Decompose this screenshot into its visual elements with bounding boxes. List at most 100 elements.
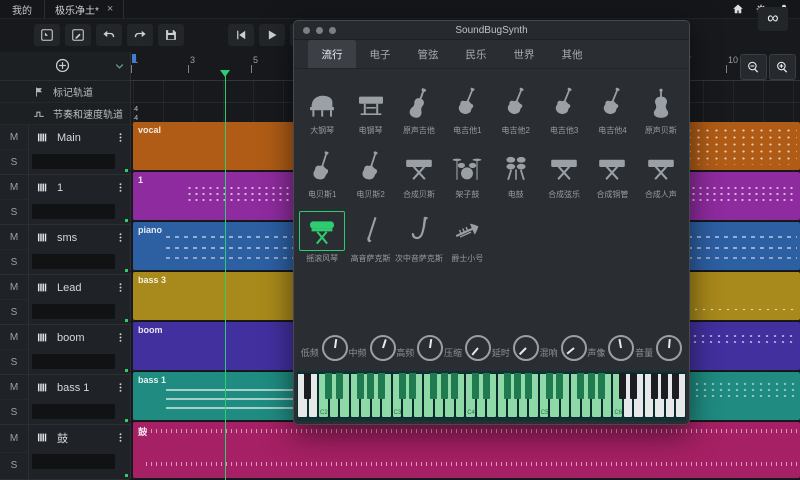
track-menu-icon[interactable]: [115, 231, 126, 244]
import-button[interactable]: [34, 24, 60, 46]
track-fader[interactable]: [32, 354, 115, 369]
track-fader[interactable]: [32, 154, 115, 169]
track-menu-icon[interactable]: [115, 381, 126, 394]
playhead[interactable]: [225, 70, 226, 480]
knob-control[interactable]: 压缩: [444, 335, 491, 361]
solo-button[interactable]: S: [0, 250, 28, 274]
solo-button[interactable]: S: [0, 400, 28, 424]
piano-key-black[interactable]: [630, 373, 637, 399]
piano-key-black[interactable]: [451, 373, 458, 399]
instrument-cell[interactable]: 架子鼓: [443, 147, 491, 200]
loop-marker[interactable]: [132, 54, 136, 63]
instrument-cell[interactable]: 电吉他3: [540, 83, 588, 136]
knob-dial[interactable]: [513, 335, 539, 361]
piano-key-black[interactable]: [378, 373, 385, 399]
synth-titlebar[interactable]: SoundBugSynth: [294, 21, 689, 40]
instrument-cell[interactable]: 电鼓: [492, 147, 540, 200]
piano-key-black[interactable]: [472, 373, 479, 399]
synth-category-tab[interactable]: 民乐: [452, 40, 500, 68]
undo-button[interactable]: [96, 24, 122, 46]
piano-key-black[interactable]: [525, 373, 532, 399]
zoom-in-button[interactable]: [769, 54, 796, 80]
synth-category-tab[interactable]: 管弦: [404, 40, 452, 68]
solo-button[interactable]: S: [0, 350, 28, 374]
knob-control[interactable]: 延时: [492, 335, 539, 361]
piano-key-black[interactable]: [546, 373, 553, 399]
piano-key-black[interactable]: [577, 373, 584, 399]
piano-key-black[interactable]: [598, 373, 605, 399]
solo-button[interactable]: S: [0, 150, 28, 174]
piano-key-black[interactable]: [441, 373, 448, 399]
timeline-track-lane[interactable]: 鼓: [130, 422, 800, 480]
track-fader[interactable]: [32, 204, 115, 219]
instrument-cell[interactable]: 合成弦乐: [540, 147, 588, 200]
mute-button[interactable]: M: [0, 375, 28, 400]
track-menu-icon[interactable]: [115, 181, 126, 194]
knob-dial[interactable]: [322, 335, 348, 361]
solo-button[interactable]: S: [0, 453, 28, 480]
synth-category-tab[interactable]: 其他: [548, 40, 596, 68]
piano-key-black[interactable]: [483, 373, 490, 399]
play-button[interactable]: [259, 24, 285, 46]
instrument-cell[interactable]: 电钢琴: [346, 83, 394, 136]
instrument-cell[interactable]: 电贝斯2: [346, 147, 394, 200]
go-to-start-button[interactable]: [228, 24, 254, 46]
synth-category-tab[interactable]: 世界: [500, 40, 548, 68]
track-menu-icon[interactable]: [115, 281, 126, 294]
piano-key-black[interactable]: [325, 373, 332, 399]
zoom-out-button[interactable]: [740, 54, 767, 80]
piano-key-black[interactable]: [619, 373, 626, 399]
loop-button[interactable]: ∞: [758, 7, 788, 31]
track-fader[interactable]: [32, 404, 115, 419]
synth-category-tab[interactable]: 电子: [356, 40, 404, 68]
instrument-cell[interactable]: 电吉他1: [443, 83, 491, 136]
knob-dial[interactable]: [561, 335, 587, 361]
piano-key-black[interactable]: [367, 373, 374, 399]
knob-control[interactable]: 中频: [349, 335, 396, 361]
piano-key-black[interactable]: [304, 373, 311, 399]
piano-key-black[interactable]: [357, 373, 364, 399]
piano-key-black[interactable]: [556, 373, 563, 399]
knob-dial[interactable]: [608, 335, 634, 361]
knob-control[interactable]: 声像: [587, 335, 634, 361]
solo-button[interactable]: S: [0, 300, 28, 324]
instrument-cell[interactable]: 高音萨克斯: [346, 211, 394, 264]
piano-key-black[interactable]: [661, 373, 668, 399]
track-menu-icon[interactable]: [115, 131, 126, 144]
midi-clip[interactable]: 鼓: [133, 422, 800, 478]
edit-button[interactable]: [65, 24, 91, 46]
mute-button[interactable]: M: [0, 325, 28, 350]
add-track-button[interactable]: [54, 57, 71, 74]
project-tab[interactable]: 极乐净土* ×: [44, 0, 124, 18]
mute-button[interactable]: M: [0, 425, 28, 453]
piano-key-black[interactable]: [651, 373, 658, 399]
marker-track-row[interactable]: 标记轨道: [0, 81, 130, 103]
home-icon[interactable]: [732, 3, 744, 15]
piano-key-black[interactable]: [399, 373, 406, 399]
instrument-cell[interactable]: 合成贝斯: [395, 147, 443, 200]
instrument-cell[interactable]: 合成铜管: [588, 147, 636, 200]
instrument-cell[interactable]: 电贝斯1: [298, 147, 346, 200]
track-fader[interactable]: [32, 454, 115, 469]
knob-dial[interactable]: [656, 335, 682, 361]
mute-button[interactable]: M: [0, 275, 28, 300]
mute-button[interactable]: M: [0, 225, 28, 250]
track-fader[interactable]: [32, 254, 115, 269]
piano-key-black[interactable]: [672, 373, 679, 399]
knob-dial[interactable]: [417, 335, 443, 361]
knob-dial[interactable]: [370, 335, 396, 361]
menu-my[interactable]: 我的: [0, 0, 44, 18]
instrument-cell[interactable]: 合成人声: [637, 147, 685, 200]
mute-button[interactable]: M: [0, 125, 28, 150]
synth-category-tab[interactable]: 流行: [308, 40, 356, 68]
piano-key-black[interactable]: [504, 373, 511, 399]
instrument-cell[interactable]: 摇滚风琴: [298, 211, 346, 264]
track-menu-icon[interactable]: [115, 431, 126, 444]
knob-control[interactable]: 混响: [540, 335, 587, 361]
tempo-track-row[interactable]: 节奏和速度轨道: [0, 103, 130, 125]
piano-key-black[interactable]: [514, 373, 521, 399]
instrument-cell[interactable]: 次中音萨克斯: [395, 211, 443, 264]
knob-control[interactable]: 高频: [396, 335, 443, 361]
track-fader[interactable]: [32, 304, 115, 319]
track-menu-icon[interactable]: [115, 331, 126, 344]
